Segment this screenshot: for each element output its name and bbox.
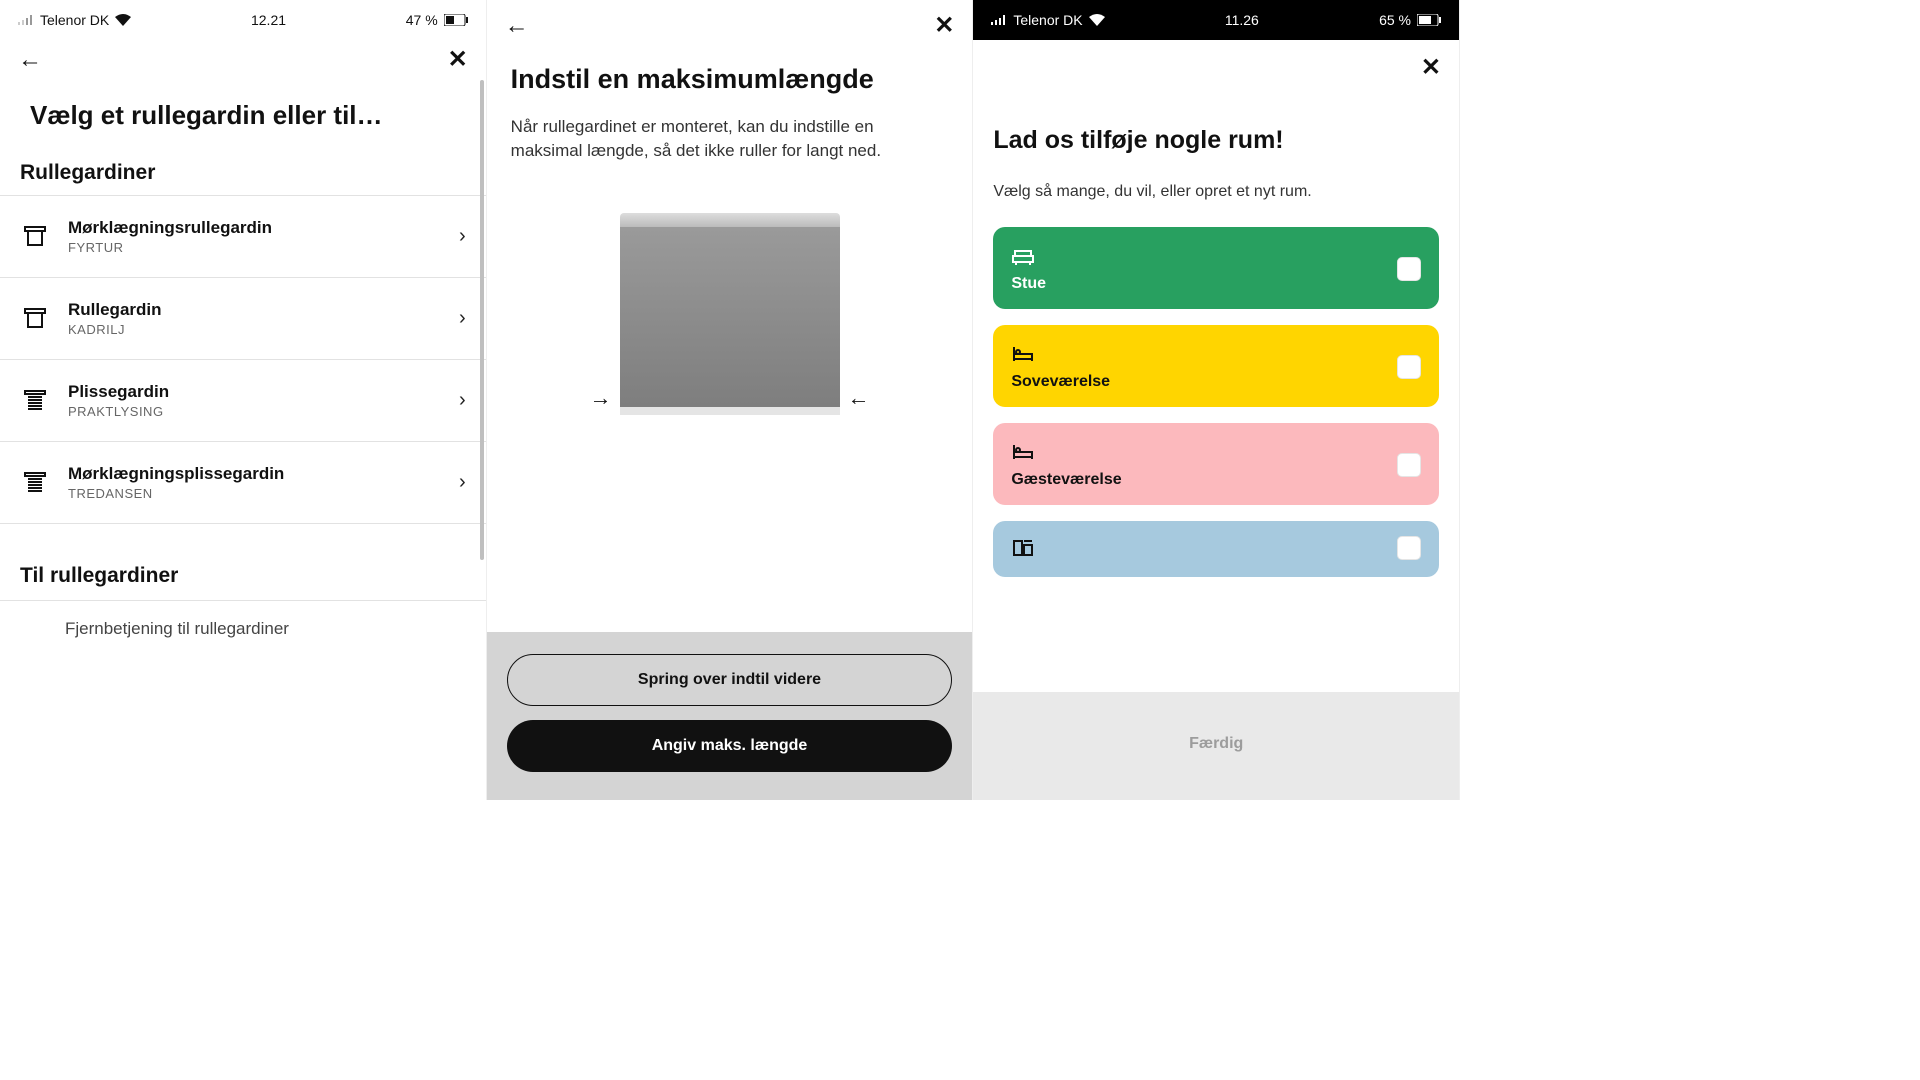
room-checkbox[interactable] (1397, 453, 1421, 477)
room-card-gaestevaerelse[interactable]: Gæsteværelse (993, 423, 1439, 505)
battery-label: 47 % (406, 12, 438, 28)
page-description: Når rullegardinet er monteret, kan du in… (511, 115, 949, 163)
status-bar: Telenor DK 12.21 47 % (0, 0, 486, 40)
close-button[interactable]: ✕ (934, 14, 954, 38)
room-card-list: Stue Soveværelse Gæstevære (993, 227, 1439, 577)
page-title: Lad os tilføje nogle rum! (993, 126, 1439, 155)
wifi-icon (115, 14, 131, 26)
list-item[interactable]: Mørklægningsplissegardin TREDANSEN › (0, 442, 486, 524)
room-label: Gæsteværelse (1011, 471, 1385, 489)
sofa-icon (1011, 245, 1385, 267)
item-subtitle: PRAKTLYSING (68, 404, 441, 419)
clock-label: 11.26 (1225, 12, 1259, 28)
page-title: Indstil en maksimumlængde (511, 64, 949, 95)
blind-type-list: Mørklægningsrullegardin FYRTUR › Rullega… (0, 195, 486, 524)
battery-icon (444, 14, 468, 26)
item-subtitle: FYRTUR (68, 240, 441, 255)
skip-button[interactable]: Spring over indtil videre (507, 654, 953, 706)
bed-icon (1011, 441, 1385, 463)
arrow-left-icon: ← (848, 385, 870, 415)
blind-icon (20, 304, 50, 334)
arrow-right-icon: → (590, 385, 612, 415)
room-checkbox[interactable] (1397, 257, 1421, 281)
nav-row: ← ✕ (0, 40, 486, 80)
set-max-length-button[interactable]: Angiv maks. længde (507, 720, 953, 772)
room-checkbox[interactable] (1397, 355, 1421, 379)
battery-icon (1417, 14, 1441, 26)
nav-row: ← ✕ (487, 0, 973, 46)
room-label: Stue (1011, 275, 1385, 293)
list-item[interactable]: Mørklægningsrullegardin FYRTUR › (0, 195, 486, 278)
scrollbar[interactable] (480, 80, 484, 560)
item-title: Mørklægningsrullegardin (68, 218, 441, 238)
item-subtitle: TREDANSEN (68, 486, 441, 501)
pleated-blind-icon (20, 468, 50, 498)
section-header-accessories: Til rullegardiner (0, 524, 486, 600)
room-label: Soveværelse (1011, 373, 1385, 391)
carrier-label: Telenor DK (40, 12, 109, 28)
battery-label: 65 % (1379, 12, 1411, 28)
bed-icon (1011, 343, 1385, 365)
chevron-right-icon: › (459, 471, 466, 494)
room-card-sovevaerelse[interactable]: Soveværelse (993, 325, 1439, 407)
clock-label: 12.21 (251, 12, 286, 28)
room-checkbox[interactable] (1397, 536, 1421, 560)
footer-actions: Spring over indtil videre Angiv maks. læ… (487, 632, 973, 800)
signal-icon (18, 15, 34, 25)
back-button[interactable]: ← (18, 48, 42, 72)
list-item[interactable]: Plissegardin PRAKTLYSING › (0, 360, 486, 442)
footer-actions: Færdig (973, 692, 1459, 800)
section-header-blinds: Rullegardiner (0, 161, 486, 195)
status-bar: Telenor DK 11.26 65 % (973, 0, 1459, 40)
room-card-partial[interactable] (993, 521, 1439, 577)
signal-icon (991, 15, 1007, 25)
room-card-stue[interactable]: Stue (993, 227, 1439, 309)
close-button[interactable]: ✕ (1421, 56, 1441, 80)
done-button[interactable]: Færdig (993, 718, 1439, 770)
nav-row: ✕ (973, 40, 1459, 88)
item-subtitle: KADRILJ (68, 322, 441, 337)
chevron-right-icon: › (459, 225, 466, 248)
page-title: Vælg et rullegardin eller til… (0, 80, 486, 161)
wifi-icon (1089, 14, 1105, 26)
kitchen-icon (1011, 537, 1385, 559)
item-title: Rullegardin (68, 300, 441, 320)
chevron-right-icon: › (459, 307, 466, 330)
page-subtitle: Vælg så mange, du vil, eller opret et ny… (993, 183, 1439, 201)
close-button[interactable]: ✕ (448, 48, 468, 72)
screen-set-max-length: ← ✕ Indstil en maksimumlængde Når rulleg… (487, 0, 974, 800)
item-title: Mørklægningsplissegardin (68, 464, 441, 484)
chevron-right-icon: › (459, 389, 466, 412)
blind-graphic (620, 213, 840, 415)
carrier-label: Telenor DK (1013, 12, 1082, 28)
partial-list-item[interactable]: Fjernbetjening til rullegardiner (0, 600, 486, 639)
pleated-blind-icon (20, 386, 50, 416)
blind-illustration: → ← (590, 213, 870, 415)
back-button[interactable]: ← (505, 14, 529, 38)
list-item[interactable]: Rullegardin KADRILJ › (0, 278, 486, 360)
item-title: Plissegardin (68, 382, 441, 402)
screen-select-blind: Telenor DK 12.21 47 % ← ✕ Vælg et rulleg… (0, 0, 487, 800)
screen-add-rooms: Telenor DK 11.26 65 % ✕ Lad os tilføje n… (973, 0, 1460, 800)
blind-icon (20, 222, 50, 252)
